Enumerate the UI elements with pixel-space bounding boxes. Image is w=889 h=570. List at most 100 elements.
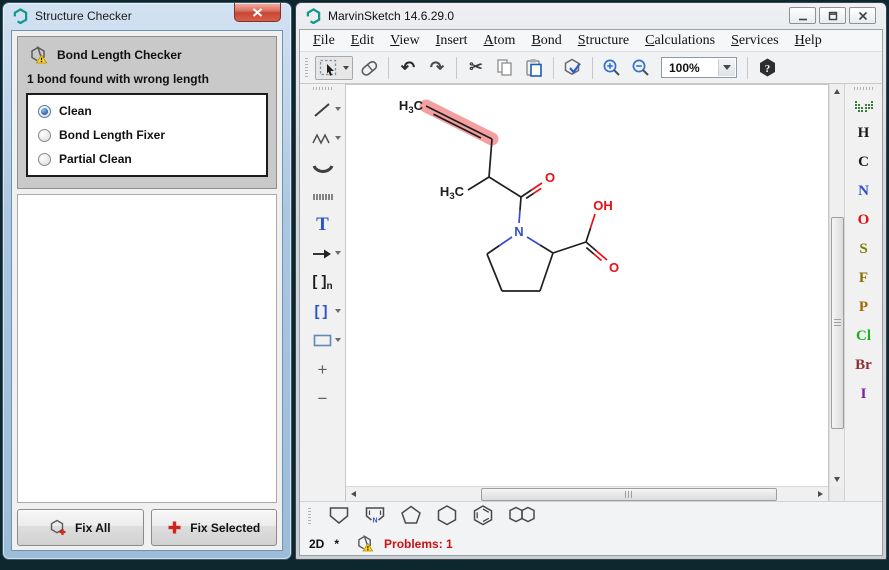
zoom-in-button[interactable] (599, 56, 625, 80)
arc-tool[interactable] (300, 153, 345, 184)
atom-label[interactable]: O (609, 260, 619, 275)
menu-file[interactable]: File (305, 33, 343, 49)
close-button[interactable] (849, 7, 876, 24)
paste-button[interactable] (521, 56, 547, 80)
close-button[interactable] (234, 3, 281, 22)
atom-label[interactable]: O (545, 170, 555, 185)
vertical-scroll-thumb[interactable] (831, 217, 844, 429)
chain-tool-dropdown-icon[interactable] (335, 136, 341, 140)
menu-edit[interactable]: Edit (343, 33, 382, 49)
radio-option-bond-length-fixer[interactable]: Bond Length Fixer (38, 128, 256, 142)
rectangle-tool[interactable] (300, 326, 345, 355)
atom-sidebar: HCNOSFPClBrI (844, 84, 882, 501)
menu-help[interactable]: Help (787, 33, 830, 49)
zoom-level-combobox[interactable]: 100% (661, 57, 737, 78)
atom-button-P[interactable]: P (859, 293, 868, 322)
atom-button-Br[interactable]: Br (855, 351, 872, 380)
horizontal-scrollbar[interactable] (346, 486, 828, 501)
combobox-dropdown-button[interactable] (718, 59, 735, 76)
atombar-drag-handle[interactable] (854, 87, 874, 90)
text-tool[interactable]: T (300, 210, 345, 239)
decrease-charge-tool[interactable]: − (300, 384, 345, 413)
molecule[interactable]: H3C H3C O N OH O (346, 85, 828, 482)
rectangle-tool-dropdown-icon[interactable] (335, 338, 341, 342)
fix-all-button[interactable]: Fix All (17, 509, 144, 546)
template-pyrrole[interactable]: N (363, 504, 387, 530)
atom-label[interactable]: N (514, 224, 523, 239)
scroll-down-button[interactable] (830, 473, 843, 486)
redo-button[interactable]: ↷ (424, 56, 450, 80)
marvinsketch-window: MarvinSketch 14.6.29.0 (295, 2, 887, 560)
scroll-right-button[interactable] (814, 487, 827, 500)
benzene-icon (471, 504, 495, 526)
bond-tool-dropdown-icon[interactable] (335, 107, 341, 111)
menu-calculations[interactable]: Calculations (637, 33, 723, 49)
menu-services[interactable]: Services (723, 33, 786, 49)
zoom-out-button[interactable] (628, 56, 654, 80)
menu-bond[interactable]: Bond (523, 33, 569, 49)
dialog-titlebar[interactable]: Structure Checker (3, 3, 291, 29)
window-titlebar[interactable]: MarvinSketch 14.6.29.0 (296, 3, 886, 28)
help-button[interactable]: ? (754, 56, 780, 80)
vertical-scrollbar[interactable] (830, 84, 844, 487)
restore-button[interactable] (819, 7, 846, 24)
pentagon-down-icon (327, 504, 351, 525)
atom-button-I[interactable]: I (861, 380, 867, 409)
results-list[interactable] (17, 194, 277, 503)
select-tool-dropdown-icon[interactable] (343, 66, 349, 70)
menu-atom[interactable]: Atom (476, 33, 524, 49)
copy-button[interactable] (492, 56, 518, 80)
template-cyclopentane[interactable] (399, 504, 423, 530)
bracket-tool[interactable]: [] (300, 297, 345, 326)
atom-label[interactable]: H3C (399, 98, 424, 116)
radio-option-partial-clean[interactable]: Partial Clean (38, 152, 256, 166)
paste-icon (524, 58, 544, 78)
cut-button[interactable]: ✂ (463, 56, 489, 80)
dimension-indicator[interactable]: 2D (309, 537, 324, 551)
fused-rings-icon (507, 505, 539, 525)
undo-button[interactable]: ↶ (395, 56, 421, 80)
hash-lines-tool[interactable] (300, 184, 345, 210)
arrow-tool[interactable] (300, 239, 345, 268)
repeat-group-tool[interactable]: [ ]n (300, 268, 345, 297)
atom-button-O[interactable]: O (858, 206, 870, 235)
fix-selected-button[interactable]: Fix Selected (151, 509, 278, 546)
template-cyclopentane-down[interactable] (327, 504, 351, 530)
atom-button-S[interactable]: S (859, 235, 867, 264)
select-tool-button[interactable] (315, 56, 353, 80)
template-benzene[interactable] (471, 504, 495, 531)
drawing-canvas[interactable]: H3C H3C O N OH O (346, 85, 828, 486)
menu-view[interactable]: View (382, 33, 428, 49)
template-drag-handle[interactable] (308, 508, 311, 526)
scroll-left-button[interactable] (347, 487, 360, 500)
atom-button-C[interactable]: C (858, 148, 869, 177)
bracket-tool-dropdown-icon[interactable] (335, 309, 341, 313)
menu-insert[interactable]: Insert (428, 33, 476, 49)
radio-option-clean[interactable]: Clean (38, 104, 256, 118)
template-naphthalene[interactable] (507, 505, 539, 530)
radio-circle[interactable] (38, 153, 51, 166)
eraser-button[interactable] (356, 56, 382, 80)
radio-circle[interactable] (38, 129, 51, 142)
menu-structure[interactable]: Structure (570, 33, 637, 49)
tools-drag-handle[interactable] (313, 87, 333, 90)
periodic-table-button[interactable] (845, 93, 882, 119)
increase-charge-tool[interactable]: + (300, 355, 345, 384)
radio-circle[interactable] (38, 105, 51, 118)
atom-button-F[interactable]: F (859, 264, 868, 293)
minimize-button[interactable] (789, 7, 816, 24)
horizontal-scroll-thumb[interactable] (481, 488, 777, 501)
atom-label[interactable]: H3C (440, 184, 465, 202)
atom-button-Cl[interactable]: Cl (856, 322, 871, 351)
bond-tool[interactable] (300, 95, 345, 124)
atom-button-H[interactable]: H (858, 119, 870, 148)
template-cyclohexane[interactable] (435, 504, 459, 531)
chain-tool[interactable] (300, 124, 345, 153)
atom-label[interactable]: OH (593, 198, 613, 213)
arrow-tool-dropdown-icon[interactable] (335, 251, 341, 255)
scroll-up-button[interactable] (830, 85, 843, 98)
toolbar-drag-handle[interactable] (305, 58, 308, 78)
check-structure-button[interactable] (560, 56, 586, 80)
atom-button-N[interactable]: N (858, 177, 869, 206)
problems-label[interactable]: Problems: 1 (384, 537, 453, 551)
